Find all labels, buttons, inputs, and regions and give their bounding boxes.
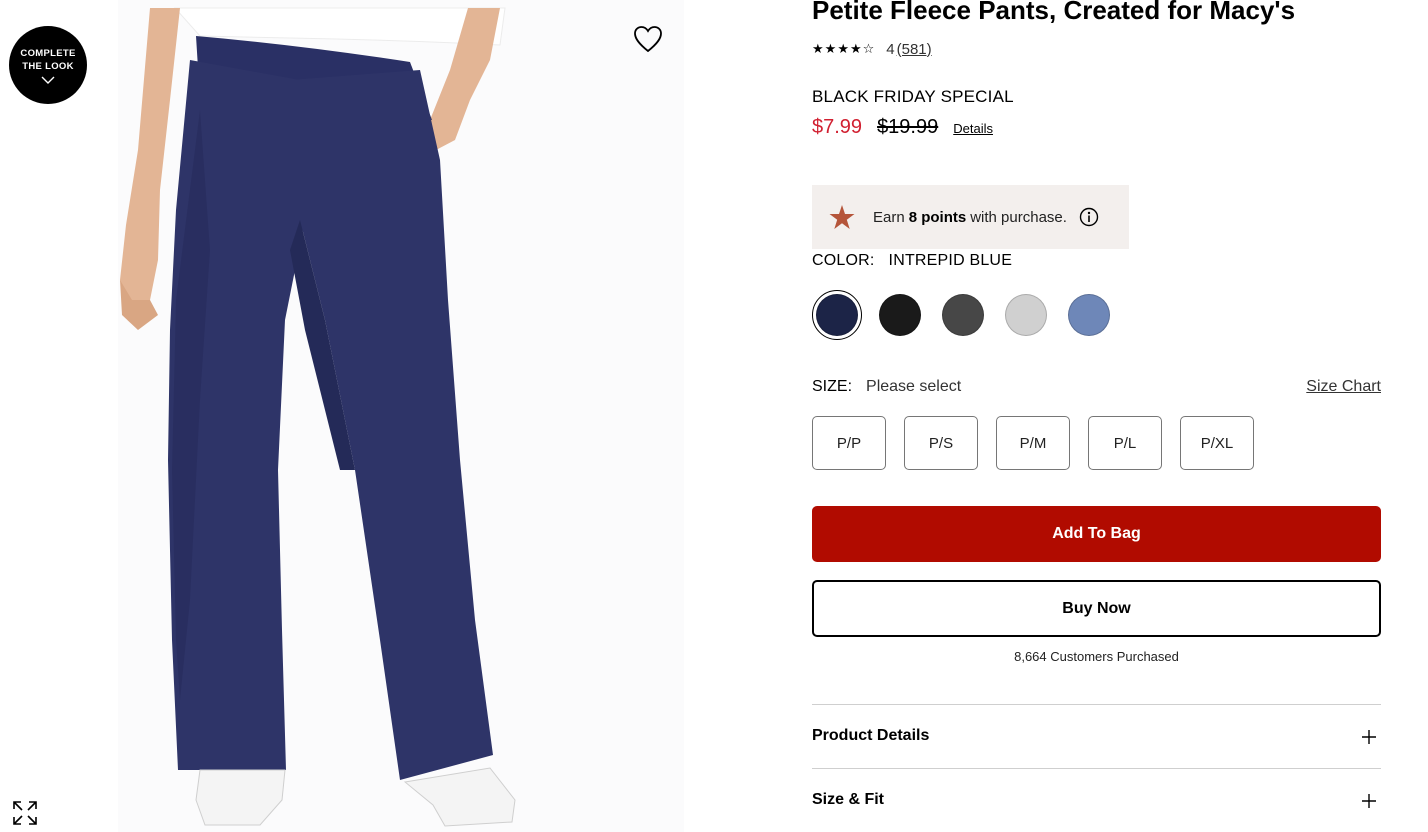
- swatch-fill: [816, 294, 858, 336]
- review-count-link[interactable]: (581): [897, 41, 932, 58]
- price-row: $7.99 $19.99 Details: [812, 116, 993, 139]
- star-empty-icon: ☆: [862, 41, 875, 56]
- original-price: $19.99: [877, 116, 939, 138]
- add-to-wishlist-button[interactable]: [630, 24, 666, 56]
- size-option-p-p[interactable]: P/P: [812, 416, 886, 470]
- star-rating: ★ ★ ★ ★ ☆: [812, 42, 874, 56]
- color-swatch-light-grey[interactable]: [1001, 290, 1051, 340]
- complete-look-line1: COMPLETE: [20, 47, 76, 59]
- star-rewards-icon: [829, 205, 855, 229]
- plus-icon: [1362, 794, 1376, 808]
- star-filled-icon: ★: [837, 41, 849, 56]
- accordion-title: Product Details: [812, 727, 930, 744]
- swatch-fill: [1068, 294, 1110, 336]
- product-details-accordion[interactable]: Product Details: [812, 704, 1381, 768]
- size-option-p-s[interactable]: P/S: [904, 416, 978, 470]
- accordion-title: Size & Fit: [812, 791, 885, 808]
- sale-price: $7.99: [812, 116, 863, 138]
- expand-image-button[interactable]: [9, 798, 41, 830]
- chevron-down-icon: [41, 76, 55, 84]
- color-swatch-light-blue[interactable]: [1064, 290, 1114, 340]
- size-option-p-xl[interactable]: P/XL: [1180, 416, 1254, 470]
- star-filled-icon: ★: [849, 41, 862, 56]
- size-chart-link[interactable]: Size Chart: [1306, 378, 1381, 396]
- color-swatch-intrepid-blue[interactable]: [812, 290, 862, 340]
- star-filled-icon: ★: [812, 41, 824, 56]
- product-title: Petite Fleece Pants, Created for Macy's: [812, 0, 1296, 25]
- swatch-fill: [942, 294, 984, 336]
- promo-label: BLACK FRIDAY SPECIAL: [812, 87, 1014, 106]
- size-label: SIZE:: [812, 378, 853, 395]
- size-option-p-m[interactable]: P/M: [996, 416, 1070, 470]
- price-details-link[interactable]: Details: [953, 121, 993, 136]
- selected-color-name: INTREPID BLUE: [888, 252, 1013, 269]
- selected-size-value: Please select: [866, 378, 962, 395]
- product-photo[interactable]: [0, 0, 690, 832]
- size-and-fit-accordion[interactable]: Size & Fit: [812, 768, 1381, 832]
- points-prefix: Earn: [873, 208, 905, 226]
- complete-the-look-button[interactable]: COMPLETE THE LOOK: [9, 26, 87, 104]
- color-swatch-charcoal[interactable]: [938, 290, 988, 340]
- expand-icon: [13, 801, 37, 825]
- points-suffix: with purchase.: [970, 208, 1067, 226]
- rating-value: 4: [886, 40, 895, 58]
- buy-now-button[interactable]: Buy Now: [812, 580, 1381, 637]
- info-icon[interactable]: [1079, 207, 1099, 227]
- star-filled-icon: ★: [824, 41, 837, 56]
- color-swatch-black[interactable]: [875, 290, 925, 340]
- color-swatches: [812, 290, 1127, 340]
- swatch-fill: [1005, 294, 1047, 336]
- plus-icon: [1362, 730, 1376, 744]
- complete-look-line2: THE LOOK: [22, 60, 74, 72]
- points-amount: 8 points: [908, 208, 967, 226]
- product-image-gallery: COMPLETE THE LOOK: [0, 0, 690, 832]
- heart-icon: [634, 26, 662, 53]
- size-options: P/P P/S P/M P/L P/XL: [812, 416, 1272, 470]
- rewards-points-banner: Earn 8 points with purchase.: [812, 185, 1129, 249]
- size-selection-row: SIZE: Please select Size Chart: [812, 378, 1381, 396]
- swatch-fill: [879, 294, 921, 336]
- add-to-bag-button[interactable]: Add To Bag: [812, 506, 1381, 562]
- customers-purchased-count: 8,664 Customers Purchased: [1014, 649, 1179, 664]
- size-option-p-l[interactable]: P/L: [1088, 416, 1162, 470]
- color-label: COLOR:: [812, 252, 875, 269]
- color-selection-row: COLOR: INTREPID BLUE: [812, 252, 1012, 270]
- rating-row: ★ ★ ★ ★ ☆ 4 (581): [812, 39, 932, 59]
